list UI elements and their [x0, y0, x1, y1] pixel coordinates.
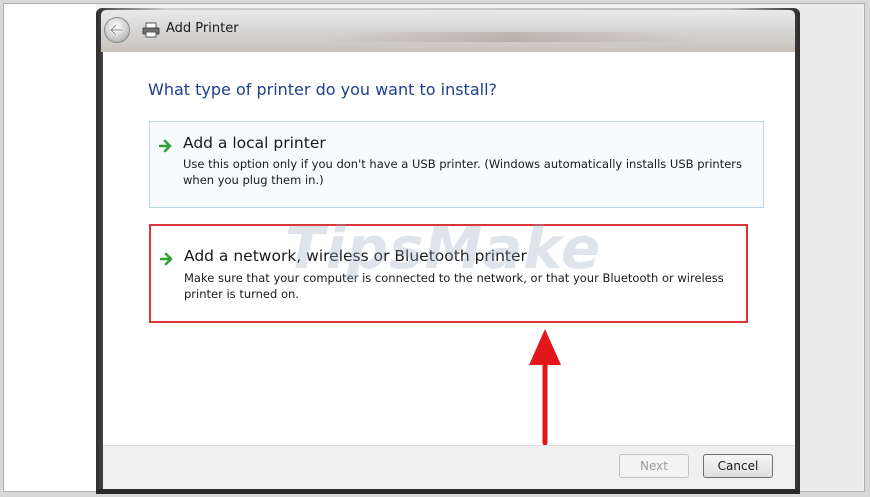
green-arrow-icon	[160, 252, 173, 266]
cancel-button[interactable]: Cancel	[703, 454, 773, 478]
option-description: Use this option only if you don't have a…	[183, 157, 743, 187]
next-button[interactable]: Next	[619, 454, 689, 478]
option-title: Add a network, wireless or Bluetooth pri…	[184, 247, 527, 265]
printer-icon	[142, 22, 160, 38]
option-description: Make sure that your computer is connecte…	[184, 271, 724, 301]
green-arrow-icon	[159, 139, 172, 153]
option-add-local-printer[interactable]: Add a local printer Use this option only…	[149, 121, 764, 208]
background-right	[800, 4, 863, 491]
background-left	[4, 4, 96, 491]
page-heading: What type of printer do you want to inst…	[148, 80, 497, 99]
back-button[interactable]	[104, 17, 130, 43]
option-add-network-printer[interactable]: Add a network, wireless or Bluetooth pri…	[149, 224, 748, 323]
dialog-footer	[103, 445, 795, 490]
window-title: Add Printer	[166, 21, 239, 36]
option-title: Add a local printer	[183, 134, 326, 152]
annotation-arrow-icon	[529, 329, 561, 445]
back-arrow-icon	[110, 24, 124, 36]
window-bottom-border	[96, 489, 800, 494]
